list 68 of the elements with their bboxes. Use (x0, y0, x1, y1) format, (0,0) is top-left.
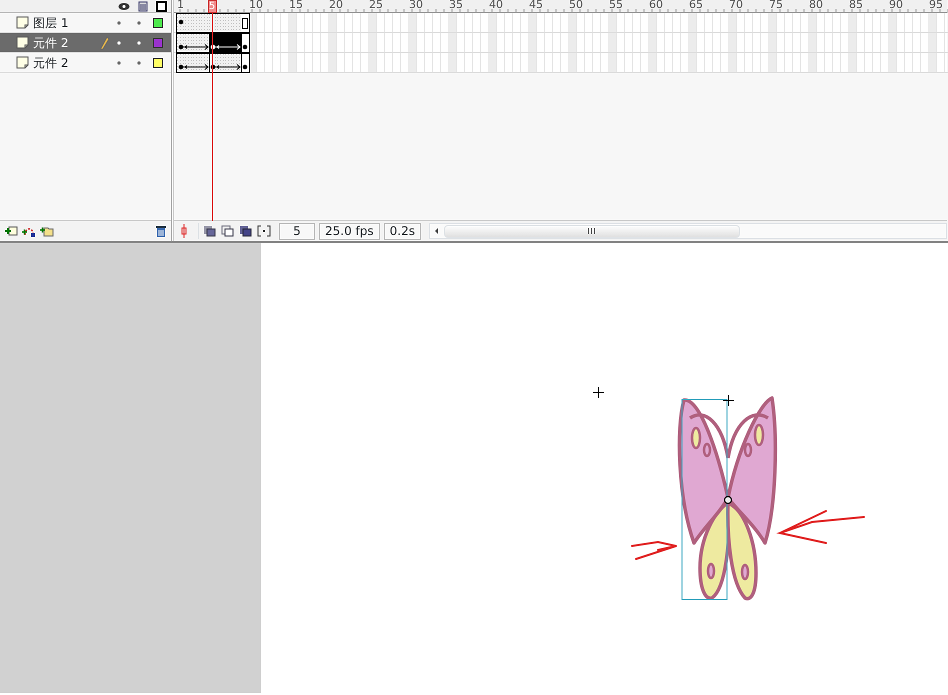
frame-cell[interactable] (201, 34, 209, 52)
outline-color-swatch[interactable] (153, 58, 163, 68)
layer-icon (16, 36, 29, 49)
frame-number: 75 (769, 0, 783, 13)
frame-number: 30 (409, 0, 423, 13)
frame-cell[interactable] (233, 54, 241, 72)
layer-icon (16, 16, 29, 29)
frame-cell[interactable] (241, 54, 249, 72)
registration-point[interactable] (724, 496, 732, 504)
frame-number: 95 (929, 0, 943, 13)
add-layer-icon[interactable] (4, 225, 18, 237)
frame-number: 80 (809, 0, 823, 13)
scrollbar-thumb[interactable] (444, 224, 740, 238)
frame-number: 70 (729, 0, 743, 13)
layer-name: 图层 1 (33, 14, 70, 32)
frame-number: 40 (489, 0, 503, 13)
grip-icon (587, 228, 596, 234)
frame-cell[interactable] (177, 54, 185, 72)
layer-row[interactable]: 元件 2 (0, 53, 171, 73)
outline-icon[interactable] (156, 0, 167, 12)
frame-number: 65 (689, 0, 703, 13)
add-guide-icon[interactable] (22, 225, 36, 237)
frame-span[interactable] (176, 53, 250, 73)
trash-icon[interactable] (155, 225, 167, 237)
onion-skin-icon[interactable] (203, 225, 217, 237)
frame-number: 60 (649, 0, 663, 13)
pencil-icon (99, 36, 109, 50)
frame-number: 15 (289, 0, 303, 13)
frame-cell[interactable] (177, 34, 185, 52)
frame-cell[interactable] (201, 54, 209, 72)
edit-multiple-frames-icon[interactable] (239, 225, 253, 237)
frame-cell[interactable] (241, 14, 249, 32)
outline-color-swatch[interactable] (153, 18, 163, 28)
onion-markers-icon[interactable] (257, 225, 271, 237)
frame-number: 45 (529, 0, 543, 13)
frame-number: 20 (329, 0, 343, 13)
layer-row[interactable]: 元件 2 (0, 33, 171, 53)
frame-cell[interactable] (233, 14, 241, 32)
frame-number: 50 (569, 0, 583, 13)
frame-cell[interactable] (241, 34, 249, 52)
add-folder-icon[interactable] (40, 225, 54, 237)
layer-icon (16, 56, 29, 69)
frame-cell[interactable] (177, 14, 185, 32)
arrow-annotation (631, 540, 677, 560)
frame-cell[interactable] (233, 34, 241, 52)
frame-number: 25 (369, 0, 383, 13)
frame-span[interactable] (176, 13, 250, 33)
frame-span[interactable] (176, 33, 250, 53)
frame-cell[interactable] (201, 14, 209, 32)
frame-rate-field: 25.0 fps (319, 222, 380, 240)
horizontal-scrollbar[interactable] (428, 223, 947, 239)
crosshair-icon (592, 386, 604, 398)
frame-number: 10 (249, 0, 263, 13)
layer-name: 元件 2 (33, 54, 70, 72)
current-frame-field: 5 (279, 222, 315, 240)
frame-number: 85 (849, 0, 863, 13)
elapsed-time-field: 0.2s (384, 222, 421, 240)
onion-outline-icon[interactable] (221, 225, 235, 237)
frame-number: 55 (609, 0, 623, 13)
frame-number: 1 (177, 0, 184, 13)
outline-color-swatch[interactable] (153, 38, 163, 48)
frame-number: 35 (449, 0, 463, 13)
crosshair-icon (722, 394, 734, 406)
frame-cell[interactable] (185, 14, 193, 32)
eye-icon[interactable] (118, 2, 130, 10)
layer-name: 元件 2 (33, 34, 70, 52)
butterfly-drawing[interactable] (678, 396, 778, 600)
frame-number: 90 (889, 0, 903, 13)
